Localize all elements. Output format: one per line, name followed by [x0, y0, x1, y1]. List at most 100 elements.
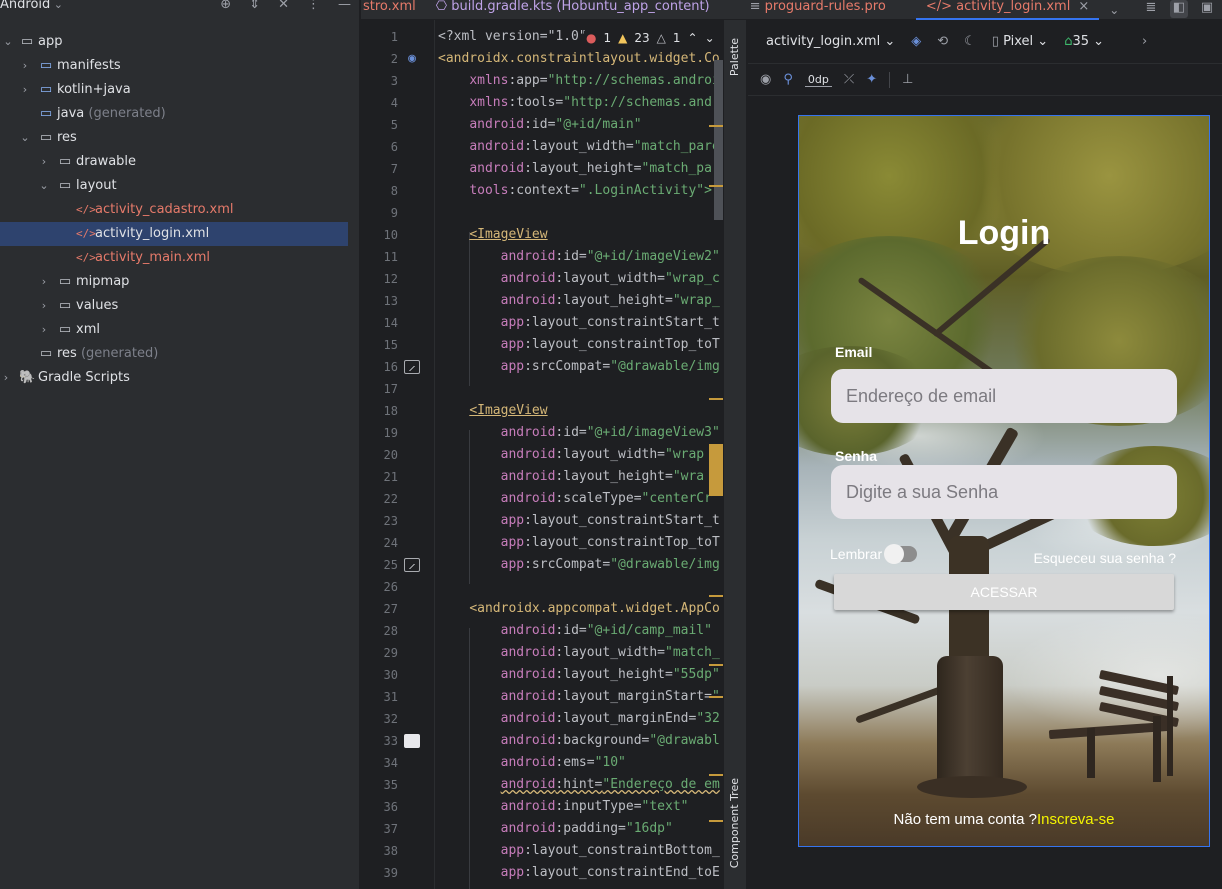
hide-panel-icon[interactable]: —: [338, 0, 351, 12]
color-swatch-icon[interactable]: [404, 734, 420, 748]
close-icon[interactable]: ×: [1078, 0, 1089, 14]
line-number: 5: [390, 118, 398, 132]
component-tree-tab[interactable]: Component Tree: [728, 778, 741, 868]
line-number: 8: [390, 184, 398, 198]
clear-constraints-icon[interactable]: ⤫: [844, 72, 854, 87]
default-margin-selector[interactable]: 0dp: [804, 73, 832, 87]
tree-item-drawable[interactable]: › ▭ drawable: [0, 150, 348, 174]
toolbar-separator: [889, 71, 891, 88]
tab-cadastro[interactable]: stro.xml: [361, 0, 426, 20]
chevron-right-icon[interactable]: ›: [38, 294, 50, 318]
expand-collapse-icon[interactable]: ⇕: [249, 0, 260, 12]
folder-icon: ▭: [39, 58, 53, 73]
chevron-right-icon[interactable]: ›: [38, 270, 50, 294]
eye-icon[interactable]: ◉: [760, 72, 771, 87]
code-line: android:layout_width="wrap: [500, 447, 705, 462]
tree-item-activity-main[interactable]: </> activity_main.xml: [0, 246, 348, 270]
xml-file-icon: </>: [76, 251, 96, 264]
chevron-right-icon[interactable]: ›: [1142, 34, 1147, 49]
locate-icon[interactable]: ⊕: [220, 0, 231, 12]
tree-item-res[interactable]: ⌄ ▭ res: [0, 126, 348, 150]
infer-constraints-icon[interactable]: ✦: [866, 72, 877, 87]
chevron-up-icon[interactable]: ⌃: [688, 31, 698, 45]
api-level-selector[interactable]: 35 ⌄: [1064, 34, 1104, 49]
signup-link[interactable]: Inscreva-se: [1037, 811, 1115, 828]
layout-preview[interactable]: Login Email Endereço de email Senha Digi…: [798, 115, 1210, 847]
component-icon[interactable]: ◉: [404, 52, 420, 66]
line-number: 20: [383, 448, 398, 462]
warning-marker[interactable]: [709, 185, 723, 187]
warning-marker[interactable]: [709, 595, 723, 597]
email-field[interactable]: Endereço de email: [831, 369, 1177, 423]
tree-item-manifests[interactable]: › ▭ manifests: [0, 54, 348, 78]
warning-marker[interactable]: [709, 820, 723, 822]
tree-item-xml[interactable]: › ▭ xml: [0, 318, 348, 342]
project-view-selector[interactable]: Android: [0, 0, 63, 12]
chevron-down-icon[interactable]: ⌄: [2, 30, 14, 54]
code-view-icon[interactable]: ≣: [1142, 0, 1160, 18]
weak-warning-count: 1: [672, 31, 681, 45]
design-view-icon[interactable]: ▣: [1198, 0, 1216, 18]
warning-marker[interactable]: [709, 125, 723, 127]
tab-proguard[interactable]: ≡ proguard-rules.pro: [740, 0, 896, 20]
orientation-icon[interactable]: ⟲: [937, 34, 948, 49]
chevron-right-icon[interactable]: ›: [0, 366, 12, 390]
forgot-password-link[interactable]: Esqueceu sua senha ?: [1034, 550, 1176, 566]
tree-item-values[interactable]: › ▭ values: [0, 294, 348, 318]
guidelines-icon[interactable]: ⊥: [902, 72, 913, 87]
tree-item-java-generated[interactable]: ▭ java (generated): [0, 102, 348, 126]
layout-file-selector[interactable]: activity_login.xml ⌄: [766, 34, 895, 49]
password-field[interactable]: Digite a sua Senha: [831, 465, 1177, 519]
chevron-right-icon[interactable]: ›: [38, 318, 50, 342]
device-selector[interactable]: ▯ Pixel ⌄: [992, 34, 1048, 49]
xml-file-icon: </>: [76, 203, 96, 216]
remember-switch[interactable]: [884, 544, 917, 564]
login-button[interactable]: ACESSAR: [834, 574, 1174, 610]
tree-item-res-generated[interactable]: ▭ res (generated): [0, 342, 348, 366]
tree-item-activity-cadastro[interactable]: </> activity_cadastro.xml: [0, 198, 348, 222]
tree-item-kotlin-java[interactable]: › ▭ kotlin+java: [0, 78, 348, 102]
line-number: 25: [383, 558, 398, 572]
chevron-right-icon[interactable]: ›: [38, 150, 50, 174]
tab-activity-login[interactable]: </> activity_login.xml ×: [915, 0, 1100, 20]
warning-marker[interactable]: [709, 398, 723, 400]
night-mode-icon[interactable]: ☾: [964, 34, 976, 49]
image-preview-icon[interactable]: [404, 558, 420, 572]
line-number: 16: [383, 360, 398, 374]
more-options-icon[interactable]: ⋮: [307, 0, 320, 12]
tree-item-label: drawable: [76, 154, 137, 169]
tree-item-mipmap[interactable]: › ▭ mipmap: [0, 270, 348, 294]
editor-scrollbar[interactable]: [709, 20, 723, 889]
warning-marker[interactable]: [709, 664, 723, 666]
code-line: app:srcCompat="@drawable/img: [500, 557, 720, 572]
chevron-right-icon[interactable]: ›: [19, 54, 31, 78]
image-preview-icon[interactable]: [404, 360, 420, 374]
tree-item-layout[interactable]: ⌄ ▭ layout: [0, 174, 348, 198]
layers-icon[interactable]: ◈: [911, 34, 921, 49]
inspection-widget[interactable]: ● 1 ▲ 23 △ 1 ⌃ ⌄: [584, 31, 717, 45]
code-line: android:layout_height="match_par: [469, 161, 720, 176]
warning-marker[interactable]: [709, 696, 723, 698]
tree-item-gradle-scripts[interactable]: › 🐘 Gradle Scripts: [0, 366, 348, 390]
chevron-down-icon[interactable]: ⌄: [1109, 3, 1119, 17]
project-tree: ⌄ ▭ app › ▭ manifests › ▭ kotlin+java ▭ …: [0, 30, 348, 390]
project-panel: Android ⊕ ⇕ ✕ ⋮ — ⌄ ▭ app › ▭ manifests …: [0, 0, 360, 889]
split-view-icon[interactable]: ◧: [1170, 0, 1188, 18]
chevron-down-icon[interactable]: ⌄: [19, 126, 31, 150]
tree-item-label: app: [38, 34, 63, 49]
warning-marker[interactable]: [709, 774, 723, 776]
tree-item-activity-login[interactable]: </> activity_login.xml: [0, 222, 348, 246]
line-number: 34: [383, 756, 398, 770]
magnet-icon[interactable]: ⚲: [783, 72, 793, 87]
code-editor[interactable]: 1 2 ◉ 3 4 5 6 7 8 9 10 11 12 13 14 15 16 17 18 19 20 21 22 23 24…: [361, 20, 723, 889]
chevron-down-icon[interactable]: ⌄: [705, 31, 715, 45]
code-line: xmlns:app="http://schemas.androi: [469, 73, 720, 88]
tree-item-app[interactable]: ⌄ ▭ app: [0, 30, 348, 54]
chevron-right-icon[interactable]: ›: [19, 78, 31, 102]
warning-marker[interactable]: [709, 444, 723, 496]
collapse-all-icon[interactable]: ✕: [278, 0, 289, 12]
scrollbar-thumb[interactable]: [714, 60, 723, 220]
palette-tab[interactable]: Palette: [728, 38, 741, 76]
tab-build-gradle[interactable]: ⎔ build.gradle.kts (Hobuntu_app_content): [426, 0, 720, 20]
chevron-down-icon[interactable]: ⌄: [38, 174, 50, 198]
